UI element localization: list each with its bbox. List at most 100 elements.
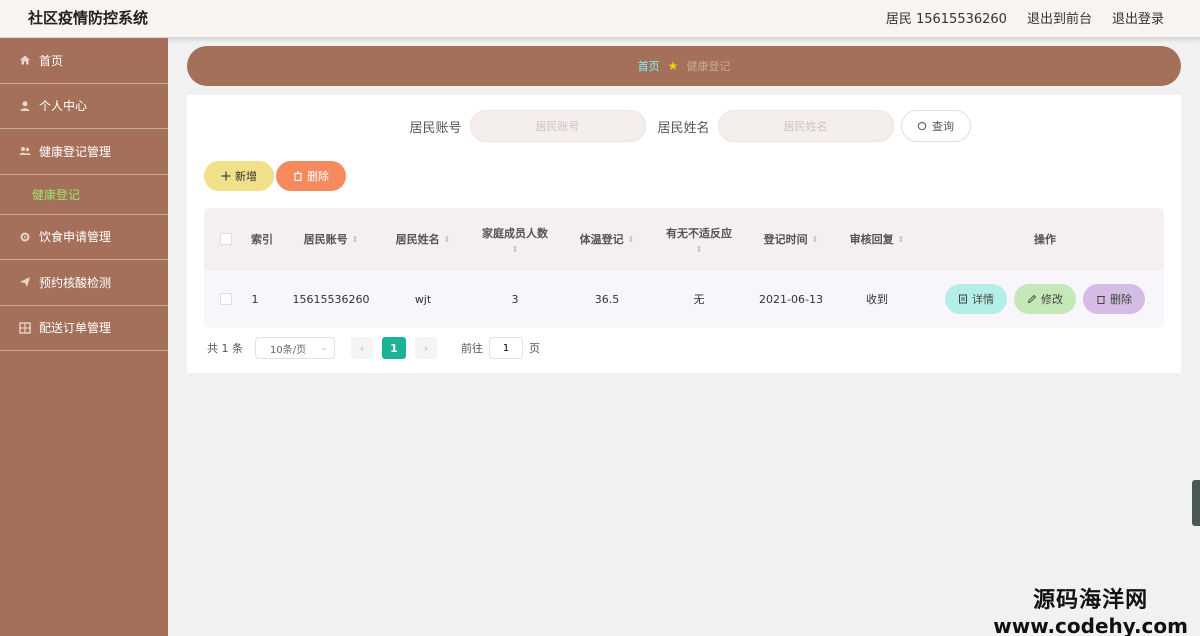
add-button-label: 新增 — [235, 170, 257, 183]
page-1-button[interactable]: 1 — [382, 337, 406, 359]
home-icon — [18, 53, 32, 67]
trash-icon — [294, 171, 302, 181]
edit-button[interactable]: 修改 — [1014, 284, 1076, 314]
sidebar-subitem-health-register[interactable]: 健康登记 — [0, 175, 168, 215]
top-bar: 社区疫情防控系统 居民 15615536260 退出到前台 退出登录 — [0, 0, 1200, 38]
goto-label: 前往 — [461, 342, 483, 355]
next-page-button[interactable]: › — [415, 337, 437, 359]
page-size-value: 10条/页 — [270, 344, 307, 356]
table-row: 1 15615536260 wjt 3 36.5 无 2021-06-13 收到… — [204, 270, 1164, 328]
cell-account: 15615536260 — [292, 292, 370, 306]
star-icon: ★ — [667, 59, 679, 73]
name-search-input[interactable] — [717, 110, 894, 142]
header-index: 索引 — [242, 208, 282, 270]
sidebar-item-label: 首页 — [39, 53, 64, 68]
header-label: 登记时间 — [763, 233, 808, 246]
gear-icon — [18, 230, 32, 244]
scroll-handle[interactable] — [1192, 480, 1200, 526]
breadcrumb-current: 健康登记 — [686, 60, 731, 73]
header-ops: 操作 — [934, 208, 1156, 270]
exit-to-front-link[interactable]: 退出到前台 — [1027, 8, 1092, 27]
sidebar-item-label: 饮食申请管理 — [39, 230, 112, 245]
app-title: 社区疫情防控系统 — [28, 9, 149, 27]
account-label: 居民账号 — [409, 120, 462, 136]
cell-ops: 详情 修改 删除 — [944, 270, 1146, 328]
cell-name: wjt — [414, 292, 432, 306]
detail-button[interactable]: 详情 — [945, 284, 1007, 314]
header-temp[interactable]: 体温登记 ⇕ — [564, 208, 650, 270]
cell-temp: 36.5 — [594, 292, 620, 306]
user-icon — [18, 99, 32, 113]
logout-link[interactable]: 退出登录 — [1112, 8, 1164, 27]
header-label: 审核回复 — [849, 233, 894, 246]
detail-button-label: 详情 — [972, 293, 994, 306]
query-button[interactable]: 查询 — [900, 110, 971, 142]
sort-icon[interactable]: ⇕ — [898, 235, 905, 244]
header-family[interactable]: 家庭成员人数 ⇕ — [472, 208, 558, 270]
name-label: 居民姓名 — [657, 120, 710, 136]
remove-button[interactable]: 删除 — [1083, 284, 1145, 314]
trash-icon — [1097, 296, 1105, 304]
header-name[interactable]: 居民姓名 ⇕ — [380, 208, 466, 270]
row-checkbox[interactable] — [218, 270, 234, 328]
remove-button-label: 删除 — [1110, 293, 1132, 306]
sort-icon[interactable]: ⇕ — [352, 235, 359, 244]
header-label: 操作 — [1034, 233, 1056, 246]
edit-button-label: 修改 — [1041, 293, 1063, 306]
sidebar-item-home[interactable]: 首页 — [0, 38, 168, 84]
checkbox[interactable] — [220, 293, 232, 305]
delete-button[interactable]: 删除 — [276, 161, 346, 191]
cell-symptom: 无 — [693, 293, 705, 306]
header-review[interactable]: 审核回复 ⇕ — [834, 208, 920, 270]
search-icon — [917, 121, 927, 130]
breadcrumb-home[interactable]: 首页 — [638, 58, 660, 74]
sidebar-item-nucleic-test[interactable]: 预约核酸检测 — [0, 260, 168, 306]
sidebar-item-label: 个人中心 — [39, 99, 88, 114]
pencil-icon — [1027, 294, 1037, 304]
header-label: 体温登记 — [579, 233, 624, 246]
sidebar-item-health-mgmt[interactable]: 健康登记管理 — [0, 129, 168, 175]
sidebar-item-label: 健康登记管理 — [39, 144, 112, 159]
grid-icon — [18, 321, 32, 335]
action-buttons: 新增 删除 — [204, 161, 346, 191]
account-search-input[interactable] — [469, 110, 646, 142]
sort-icon[interactable]: ⇕ — [444, 235, 451, 244]
header-label: 家庭成员人数 — [482, 226, 548, 240]
header-time[interactable]: 登记时间 ⇕ — [748, 208, 834, 270]
header-label: 有无不适反应 — [666, 226, 732, 240]
total-count: 共 1 条 — [207, 342, 243, 355]
chevron-down-icon: ⌄ — [320, 343, 328, 353]
search-row: 居民账号 居民姓名 查询 — [187, 110, 1181, 142]
header-label: 索引 — [251, 233, 273, 246]
data-table: 索引 居民账号 ⇕ 居民姓名 ⇕ 家庭成员人数 ⇕ 体温登记 ⇕ 有无不适反应 ⇕ 登记时… — [204, 208, 1164, 328]
page-size-select[interactable]: 10条/页 ⌄ — [255, 337, 335, 359]
breadcrumb: 首页 ★ 健康登记 — [187, 46, 1181, 86]
sidebar-item-personal[interactable]: 个人中心 — [0, 84, 168, 129]
sort-icon[interactable]: ⇕ — [628, 235, 635, 244]
plus-icon — [221, 171, 231, 181]
query-button-label: 查询 — [932, 120, 955, 133]
add-button[interactable]: 新增 — [204, 161, 274, 191]
select-all-checkbox[interactable] — [218, 208, 234, 270]
goto-page-input[interactable] — [489, 337, 523, 359]
header-account[interactable]: 居民账号 ⇕ — [288, 208, 374, 270]
cell-index: 1 — [251, 292, 259, 306]
sort-icon[interactable]: ⇕ — [696, 245, 703, 254]
prev-page-button[interactable]: ‹ — [351, 337, 373, 359]
sort-icon[interactable]: ⇕ — [512, 245, 519, 254]
checkbox[interactable] — [220, 233, 232, 245]
sort-icon[interactable]: ⇕ — [812, 235, 819, 244]
header-symptom[interactable]: 有无不适反应 ⇕ — [656, 208, 742, 270]
watermark-cn: 源码海洋网 — [1033, 588, 1149, 613]
watermark-url: www.codehy.com — [993, 614, 1188, 636]
sidebar-item-label: 预约核酸检测 — [39, 275, 112, 290]
header-label: 居民姓名 — [395, 233, 440, 246]
sidebar-item-diet-mgmt[interactable]: 饮食申请管理 — [0, 215, 168, 260]
user-info: 居民 15615536260 — [885, 12, 1007, 27]
sidebar-item-delivery-orders[interactable]: 配送订单管理 — [0, 306, 168, 351]
users-icon — [18, 144, 32, 158]
top-right-links: 居民 15615536260 退出到前台 退出登录 — [886, 8, 1164, 27]
main-panel: 居民账号 居民姓名 查询 新增 删除 索引 居民账号 ⇕ 居民姓名 ⇕ 家庭成员人数… — [187, 95, 1181, 373]
header-label: 居民账号 — [303, 233, 348, 246]
cell-family: 3 — [511, 292, 519, 306]
